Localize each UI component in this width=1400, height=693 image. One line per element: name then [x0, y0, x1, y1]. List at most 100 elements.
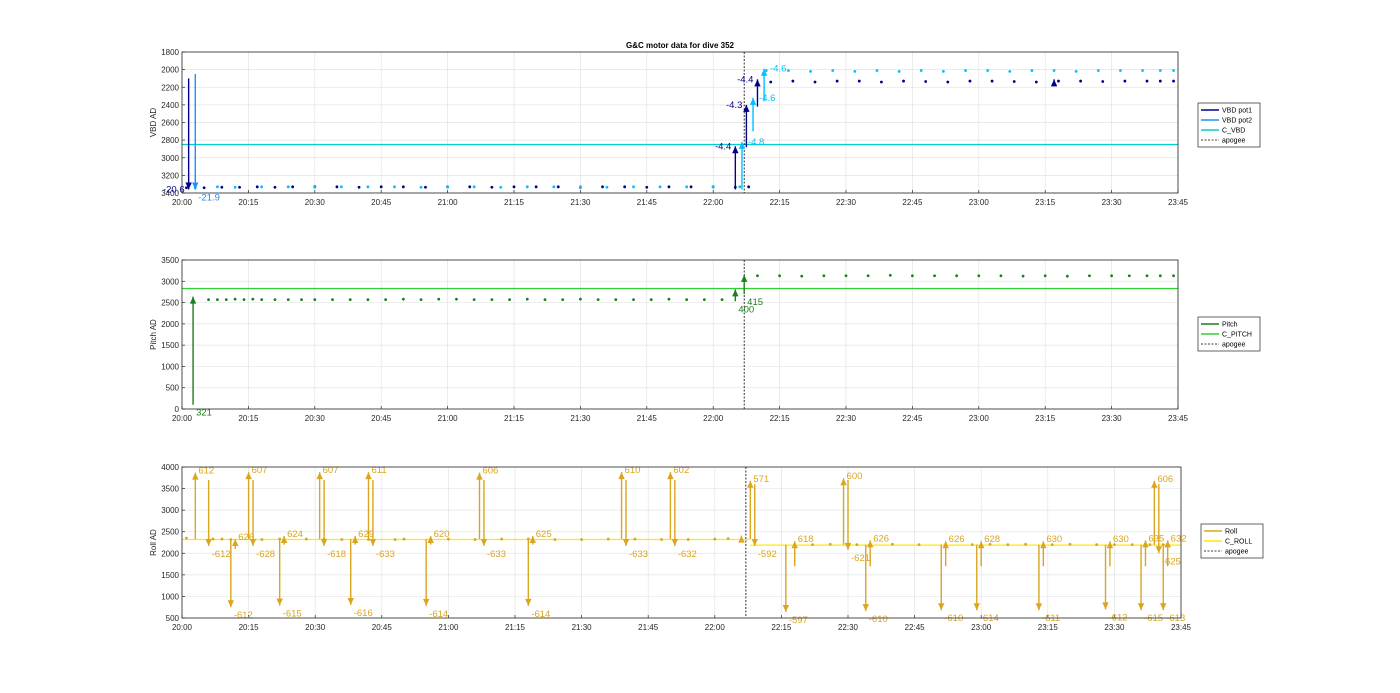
- arrow-label: -597: [789, 615, 808, 626]
- data-point: [844, 274, 848, 278]
- arrow-label: -632: [678, 549, 697, 560]
- x-tick-label: 22:00: [705, 623, 726, 632]
- data-point: [437, 297, 441, 301]
- y-tick-label: 1800: [161, 48, 179, 57]
- arrow-head: [1035, 603, 1043, 611]
- data-point: [1052, 69, 1056, 72]
- data-point: [255, 185, 259, 189]
- data-point: [260, 538, 264, 541]
- data-point: [606, 537, 610, 541]
- arrow-head: [732, 289, 739, 297]
- y-tick-label: 1000: [161, 362, 179, 371]
- legend-entry: apogee: [1222, 342, 1245, 349]
- arrow-label: -610: [869, 614, 888, 625]
- data-point: [1024, 542, 1027, 546]
- arrow-label: -633: [376, 549, 395, 560]
- data-point: [534, 185, 538, 189]
- data-point: [875, 69, 879, 72]
- arrow-head: [1155, 546, 1162, 554]
- data-point: [800, 274, 804, 278]
- data-point: [596, 298, 600, 301]
- data-point: [888, 273, 892, 277]
- data-point: [955, 274, 959, 278]
- data-point: [614, 298, 618, 301]
- data-point: [866, 274, 870, 278]
- arrow-label: -625: [1162, 556, 1181, 567]
- data-point: [633, 537, 637, 541]
- x-tick-label: 20:15: [238, 414, 259, 423]
- data-point: [778, 274, 781, 278]
- data-point: [552, 185, 556, 189]
- data-point: [472, 298, 476, 301]
- data-point: [216, 185, 219, 189]
- data-point: [1158, 69, 1162, 72]
- data-point: [211, 537, 215, 541]
- arrow-head: [938, 603, 945, 611]
- data-point: [220, 185, 224, 189]
- plot-frame: [181, 466, 1182, 619]
- data-point: [340, 538, 344, 541]
- data-point: [941, 69, 945, 73]
- data-point: [238, 185, 241, 189]
- arrow-label: -4.6: [770, 64, 786, 75]
- x-tick-label: 22:00: [703, 414, 724, 423]
- arrow-head: [189, 296, 197, 304]
- x-tick-label: 21:30: [570, 414, 591, 423]
- arrow-label: 630: [1113, 534, 1129, 545]
- y-axis-label: Roll AD: [149, 529, 158, 556]
- data-point: [251, 297, 255, 301]
- data-point: [855, 543, 859, 547]
- x-tick-label: 21:45: [637, 414, 658, 423]
- arrow-label: 606: [1157, 474, 1173, 485]
- x-tick-label: 20:00: [172, 198, 193, 207]
- data-point: [791, 79, 795, 83]
- data-point: [990, 79, 994, 83]
- data-point: [1030, 69, 1034, 72]
- data-point: [424, 185, 427, 189]
- arrow-label: -4.3: [726, 100, 742, 111]
- data-point: [419, 298, 423, 301]
- data-point: [933, 274, 936, 278]
- y-tick-label: 3500: [161, 485, 179, 494]
- y-tick-label: 2500: [161, 528, 179, 537]
- plot-frame: [181, 259, 1179, 410]
- data-point: [286, 185, 290, 189]
- data-point: [756, 274, 759, 278]
- x-tick-label: 20:30: [305, 198, 326, 207]
- data-point: [313, 185, 317, 189]
- data-point: [499, 185, 503, 189]
- data-point: [658, 185, 662, 189]
- data-point: [304, 537, 308, 541]
- data-point: [1088, 274, 1091, 278]
- arrow-label: 632: [1171, 533, 1187, 544]
- arrow-head: [525, 598, 532, 606]
- arrow-head: [1160, 603, 1167, 611]
- y-tick-label: 1500: [161, 341, 179, 350]
- x-tick-label: 23:00: [971, 623, 992, 632]
- arrow-head: [227, 600, 235, 608]
- legend-entry: C_PITCH: [1222, 332, 1252, 339]
- arrow-head: [622, 538, 630, 546]
- x-tick-label: 23:30: [1104, 623, 1125, 632]
- data-point: [339, 185, 343, 189]
- data-point: [348, 298, 352, 301]
- x-tick-label: 22:00: [703, 198, 724, 207]
- data-point: [686, 538, 690, 541]
- arrow-head: [276, 598, 283, 606]
- data-point: [1012, 80, 1016, 83]
- data-point: [880, 80, 883, 84]
- x-tick-label: 22:30: [836, 414, 857, 423]
- arrow-head: [754, 79, 761, 87]
- data-point: [917, 543, 921, 547]
- data-point: [291, 185, 295, 189]
- data-point: [702, 298, 706, 301]
- data-point: [525, 297, 529, 301]
- figure-title: G&C motor data for dive 352: [626, 41, 735, 50]
- data-point: [919, 69, 923, 72]
- data-point: [220, 537, 224, 541]
- data-point: [601, 185, 604, 189]
- data-point: [1141, 69, 1144, 72]
- legend-entry: Roll: [1225, 529, 1238, 536]
- arrow-head: [738, 141, 746, 149]
- arrow-label: -614: [980, 613, 999, 624]
